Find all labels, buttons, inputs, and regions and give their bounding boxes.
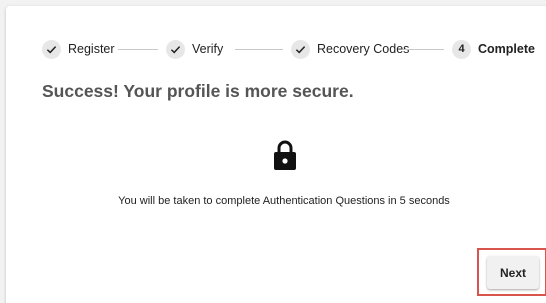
step-number: 4 — [452, 39, 471, 59]
step-verify: Verify — [166, 39, 223, 59]
step-connector — [118, 49, 158, 50]
step-label: Complete — [478, 42, 535, 56]
step-connector — [235, 49, 283, 50]
step-label: Register — [68, 42, 115, 56]
step-complete: 4 Complete — [452, 39, 535, 59]
checkmark-icon — [166, 39, 185, 59]
step-label: Recovery Codes — [317, 42, 410, 56]
step-label: Verify — [192, 42, 224, 56]
page: Register Verify Recovery Codes 4 Complet… — [0, 0, 546, 303]
stepper: Register Verify Recovery Codes 4 Complet… — [0, 0, 546, 59]
step-register: Register — [42, 39, 115, 59]
step-recovery-codes: Recovery Codes — [291, 39, 409, 59]
lock-icon — [273, 139, 297, 171]
checkmark-icon — [291, 39, 310, 59]
checkmark-icon — [42, 39, 61, 59]
page-title: Success! Your profile is more secure. — [42, 81, 354, 101]
next-button[interactable]: Next — [487, 256, 539, 289]
step-connector — [403, 49, 444, 50]
redirect-message: You will be taken to complete Authentica… — [118, 195, 450, 207]
